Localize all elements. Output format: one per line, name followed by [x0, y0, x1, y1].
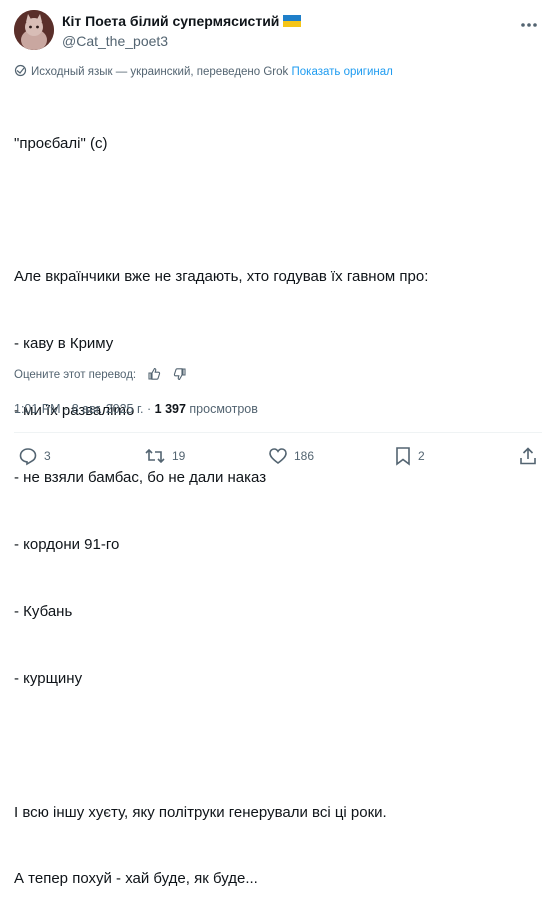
tweet-line: Але вкраїнчики вже не згадають, хто году… [14, 268, 429, 286]
rate-translation: Оцените этот перевод: [14, 367, 187, 384]
thumbs-up-icon[interactable] [147, 367, 161, 384]
divider [14, 432, 542, 433]
translation-text: Исходный язык — украинский, переведено G… [31, 66, 289, 78]
tweet-line: "проєбалі" (с) [14, 134, 108, 152]
display-name-row[interactable]: Кіт Поета білий супермясистий [62, 12, 302, 31]
handle[interactable]: @Cat_the_poet3 [62, 32, 301, 50]
tweet-line [14, 735, 542, 757]
views-label: просмотров [189, 402, 258, 416]
tweet-line [14, 199, 542, 221]
avatar[interactable] [14, 10, 54, 50]
reply-icon [19, 448, 37, 466]
tweet-line: - кордони 91-го [14, 535, 120, 553]
action-bar: 3 19 186 2 [14, 446, 542, 472]
like-button[interactable]: 186 [268, 446, 314, 466]
tweet-text: "проєбалі" (с) Але вкраїнчики вже не зга… [14, 88, 542, 913]
reply-button[interactable]: 3 [18, 446, 51, 466]
views-count: 1 397 [154, 402, 186, 416]
like-count: 186 [294, 449, 315, 463]
meta-separator: · [64, 402, 69, 416]
reply-count: 3 [44, 449, 51, 463]
translate-icon [14, 64, 27, 80]
bookmark-button[interactable]: 2 [394, 446, 425, 466]
like-icon [269, 448, 287, 465]
tweet-header: Кіт Поета білий супермясистий @Cat_the_p… [14, 10, 542, 50]
tweet-date[interactable]: 8 авг. 2025 г. [72, 402, 144, 416]
tweet-line: - курщину [14, 669, 83, 687]
tweet-line: І всю іншу хуєту, яку політруки генерува… [14, 803, 387, 821]
ukraine-flag-icon [283, 13, 302, 31]
repost-button[interactable]: 19 [144, 446, 185, 466]
tweet-meta: 1:01 PM · 8 авг. 2025 г. · 1 397 просмот… [14, 402, 258, 416]
meta-separator: · [146, 402, 152, 416]
tweet-line: - каву в Криму [14, 335, 114, 353]
rate-label: Оцените этот перевод: [14, 369, 137, 381]
share-button[interactable] [518, 446, 544, 466]
repost-count: 19 [172, 449, 186, 463]
tweet-line: - Кубань [14, 602, 73, 620]
avatar-image [14, 10, 54, 50]
translation-note: Исходный язык — украинский, переведено G… [14, 64, 393, 80]
tweet-line: А тепер похуй - хай буде, як буде... [14, 870, 258, 888]
repost-icon [145, 448, 165, 464]
display-name[interactable]: Кіт Поета білий супермясистий [62, 13, 279, 29]
show-original-link[interactable]: Показать оригинал [292, 66, 393, 78]
more-icon[interactable] [518, 14, 540, 36]
bookmark-count: 2 [418, 449, 425, 463]
author-names: Кіт Поета білий супермясистий @Cat_the_p… [62, 12, 302, 50]
thumbs-down-icon[interactable] [173, 367, 187, 384]
bookmark-icon [396, 447, 410, 466]
tweet-time[interactable]: 1:01 PM [14, 402, 61, 416]
share-icon [520, 447, 536, 465]
